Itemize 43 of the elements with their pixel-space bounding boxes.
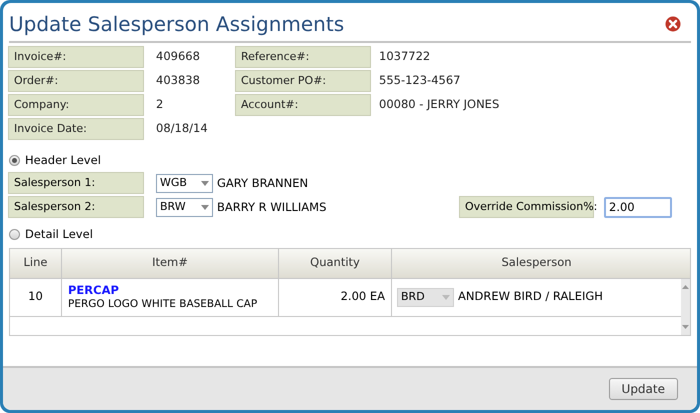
update-button[interactable]: Update [608, 378, 678, 400]
caret-icon [201, 204, 209, 210]
scrollbar[interactable] [681, 278, 690, 334]
field-value: 409668 [156, 48, 200, 66]
radio-button[interactable] [9, 229, 20, 240]
field-label: Company: [8, 94, 144, 116]
caret-icon [442, 294, 450, 300]
field-value: 403838 [156, 72, 200, 90]
field-value: 08/18/14 [156, 120, 208, 138]
window-title: Update Salesperson Assignments [9, 14, 344, 34]
column-header: Item# [62, 248, 279, 278]
field-label: Salesperson 1: [8, 172, 144, 194]
salesperson-name: ANDREW BIRD / RALEIGH [458, 288, 603, 306]
field-value: 555-123-4567 [379, 72, 460, 90]
field-label: Override Commission%: [459, 196, 594, 218]
caret-icon [201, 180, 209, 186]
field-label: Order#: [8, 70, 144, 92]
radio-label[interactable]: Detail Level [25, 226, 93, 244]
field-label: Account#: [235, 94, 371, 116]
table-cell: 10 [10, 278, 62, 316]
code-dropdown[interactable]: BRW [156, 198, 213, 217]
close-icon[interactable] [665, 16, 681, 32]
salesperson-name: BARRY R WILLIAMS [217, 198, 326, 216]
salesperson-name: GARY BRANNEN [217, 174, 308, 192]
field-value: 00080 - JERRY JONES [379, 96, 500, 114]
field-value: 1037722 [379, 48, 430, 66]
column-header: Line [10, 248, 62, 278]
field-value: 2 [156, 96, 164, 114]
column-header: Quantity [279, 248, 392, 278]
item-description: PERGO LOGO WHITE BASEBALL CAP [68, 298, 258, 311]
radio-button[interactable] [9, 155, 20, 166]
field-label: Customer PO#: [235, 70, 371, 92]
radio-label[interactable]: Header Level [25, 152, 101, 170]
field-label: Invoice#: [8, 46, 144, 68]
scroll-down-icon[interactable] [682, 324, 689, 328]
table-cell: 2.00 EA [279, 278, 392, 316]
field-label: Salesperson 2: [8, 196, 144, 218]
commission-input[interactable]: 2.00 [604, 196, 672, 218]
code-dropdown[interactable]: WGB [156, 174, 213, 193]
column-header: Salesperson [500, 254, 573, 272]
scroll-up-icon[interactable] [682, 284, 689, 288]
field-label: Reference#: [235, 46, 371, 68]
field-label: Invoice Date: [8, 118, 144, 140]
